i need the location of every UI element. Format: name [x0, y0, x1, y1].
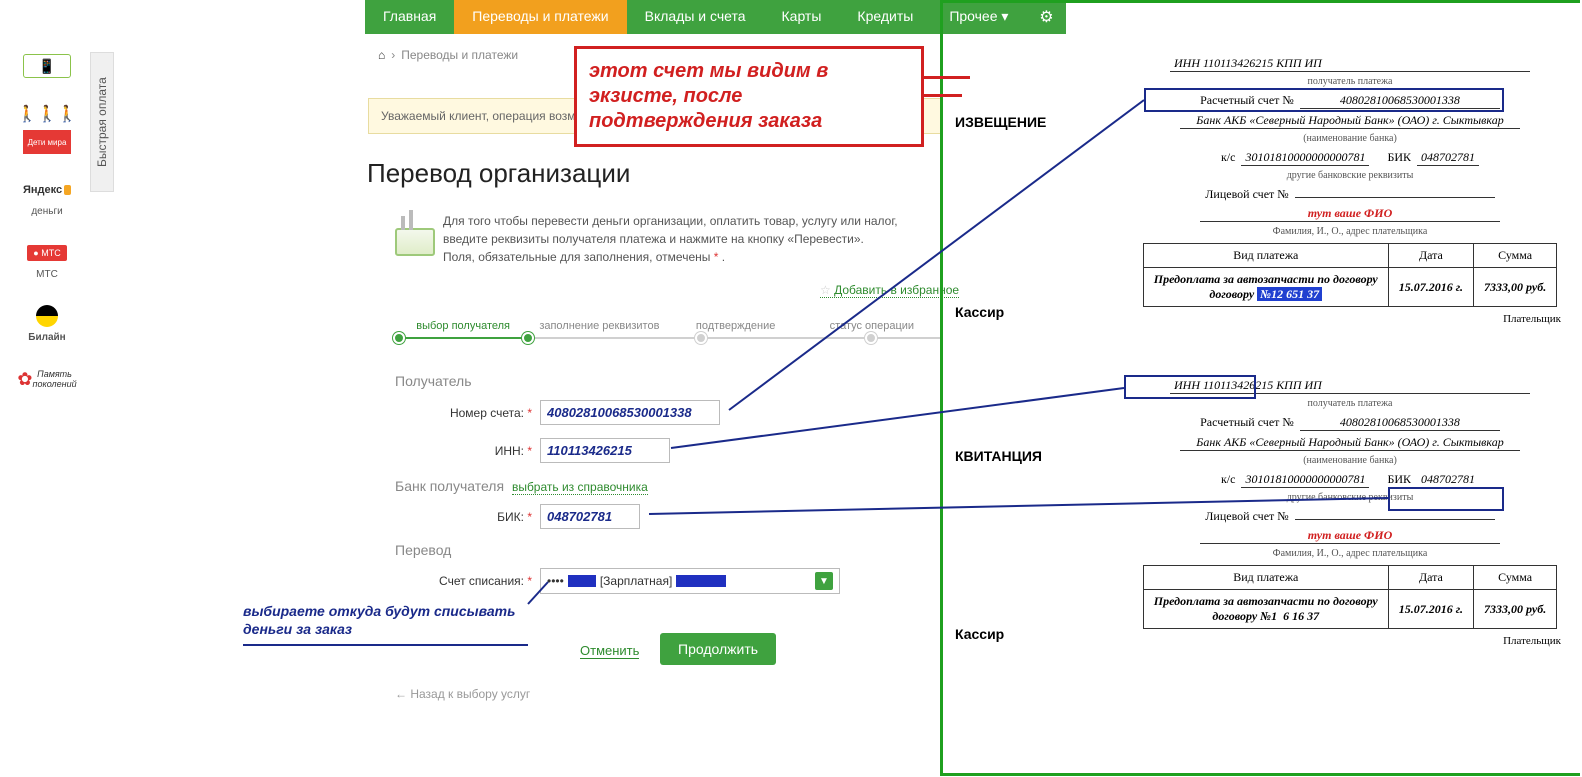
receipt-kvit: КВИТАНЦИЯ Кассир ИНН 110113426215 КПП ИП… — [955, 378, 1575, 657]
chevron-down-icon: ▼ — [815, 572, 833, 590]
label-bik: БИК: * — [395, 510, 540, 524]
annotation-red-box: этот счет мы видим в экзисте, после подт… — [574, 46, 924, 147]
bluebox-bik — [1388, 487, 1504, 511]
stepper-line — [395, 337, 940, 339]
sidebar: 📱 🚶🚶🚶 Дети мира Яндексденьги ● МТСМТС Бил… — [12, 54, 82, 415]
label-kassir-2: Кассир — [955, 626, 1004, 642]
mts-icon: ● МТС — [23, 241, 71, 265]
annotation-red-line — [924, 76, 970, 79]
step-3: подтверждение — [668, 320, 804, 332]
label-account: Номер счета: * — [395, 406, 540, 420]
nav-cards[interactable]: Карты — [764, 0, 840, 34]
label-kassir-1: Кассир — [955, 304, 1004, 320]
step-4: статус операции — [804, 320, 940, 332]
section-bank: Банк получателя выбрать из справочника — [395, 478, 648, 494]
bluebox-inn — [1124, 375, 1256, 399]
section-transfer: Перевод — [395, 542, 451, 558]
label-kvit: КВИТАНЦИЯ — [955, 448, 1042, 464]
receipt-table-1: Вид платежаДатаСумма Предоплата за автоз… — [1143, 243, 1557, 307]
home-icon[interactable]: ⌂ — [378, 48, 385, 62]
row-inn: ИНН: * — [395, 438, 670, 463]
bluebox-account-1 — [1144, 88, 1504, 112]
row-account: Номер счета: * — [395, 400, 720, 425]
card-icon — [395, 228, 435, 256]
side-phone[interactable]: 📱 — [12, 54, 82, 78]
stepper: выбор получателя заполнение реквизитов п… — [395, 320, 940, 332]
breadcrumb-sep: › — [391, 48, 395, 62]
back-link[interactable]: ← Назад к выбору услуг — [395, 687, 530, 701]
annotation-red-line-2 — [924, 94, 962, 97]
step-2: заполнение реквизитов — [531, 320, 667, 332]
people-red-icon: Дети мира — [23, 130, 71, 154]
step-dot-4 — [865, 332, 877, 344]
beeline-icon — [23, 304, 71, 328]
step-dot-1 — [393, 332, 405, 344]
people-icon: 🚶🚶🚶 — [23, 102, 71, 126]
side-people[interactable]: 🚶🚶🚶 Дети мира — [12, 102, 82, 154]
step-dot-2 — [522, 332, 534, 344]
intro-text: Для того чтобы перевести деньги организа… — [443, 212, 943, 266]
nav-main[interactable]: Главная — [365, 0, 454, 34]
receipt-table-2: Вид платежаДатаСумма Предоплата за автоз… — [1143, 565, 1557, 629]
side-mts[interactable]: ● МТСМТС — [12, 241, 82, 280]
continue-button[interactable]: Продолжить — [660, 633, 776, 665]
input-account[interactable] — [540, 400, 720, 425]
step-1: выбор получателя — [395, 320, 531, 332]
annotation-blue-text: выбираете откуда будут списывать деньги … — [243, 602, 528, 646]
nav-credits[interactable]: Кредиты — [839, 0, 931, 34]
row-writeoff: Счет списания: * •••• xxxx [Зарплатная] … — [395, 568, 840, 594]
bank-ref-link[interactable]: выбрать из справочника — [512, 480, 648, 495]
page-title: Перевод организации — [367, 158, 630, 189]
phone-icon: 📱 — [23, 54, 71, 78]
breadcrumb: ⌂ › Переводы и платежи — [378, 48, 518, 62]
breadcrumb-page[interactable]: Переводы и платежи — [401, 48, 518, 62]
side-beeline[interactable]: Билайн — [12, 304, 82, 343]
input-bik[interactable] — [540, 504, 640, 529]
nav-deposits[interactable]: Вклады и счета — [627, 0, 764, 34]
step-dot-3 — [695, 332, 707, 344]
add-favorite-link[interactable]: Добавить в избранное — [820, 283, 959, 298]
cancel-button[interactable]: Отменить — [580, 643, 639, 659]
quick-pay-tab[interactable]: Быстрая оплата — [90, 52, 114, 192]
label-inn: ИНН: * — [395, 444, 540, 458]
input-inn[interactable] — [540, 438, 670, 463]
yandex-icon: Яндекс — [23, 178, 71, 202]
nav-transfers[interactable]: Переводы и платежи — [454, 0, 626, 34]
label-izveshenie: ИЗВЕЩЕНИЕ — [955, 114, 1046, 130]
select-writeoff[interactable]: •••• xxxx [Зарплатная] xxxxxxxx ▼ — [540, 568, 840, 594]
row-bik: БИК: * — [395, 504, 640, 529]
flower-icon: ✿Памятьпоколений — [23, 367, 71, 391]
label-writeoff: Счет списания: * — [395, 574, 540, 588]
side-yandex[interactable]: Яндексденьги — [12, 178, 82, 217]
side-flower[interactable]: ✿Памятьпоколений — [12, 367, 82, 391]
section-recipient: Получатель — [395, 373, 472, 389]
